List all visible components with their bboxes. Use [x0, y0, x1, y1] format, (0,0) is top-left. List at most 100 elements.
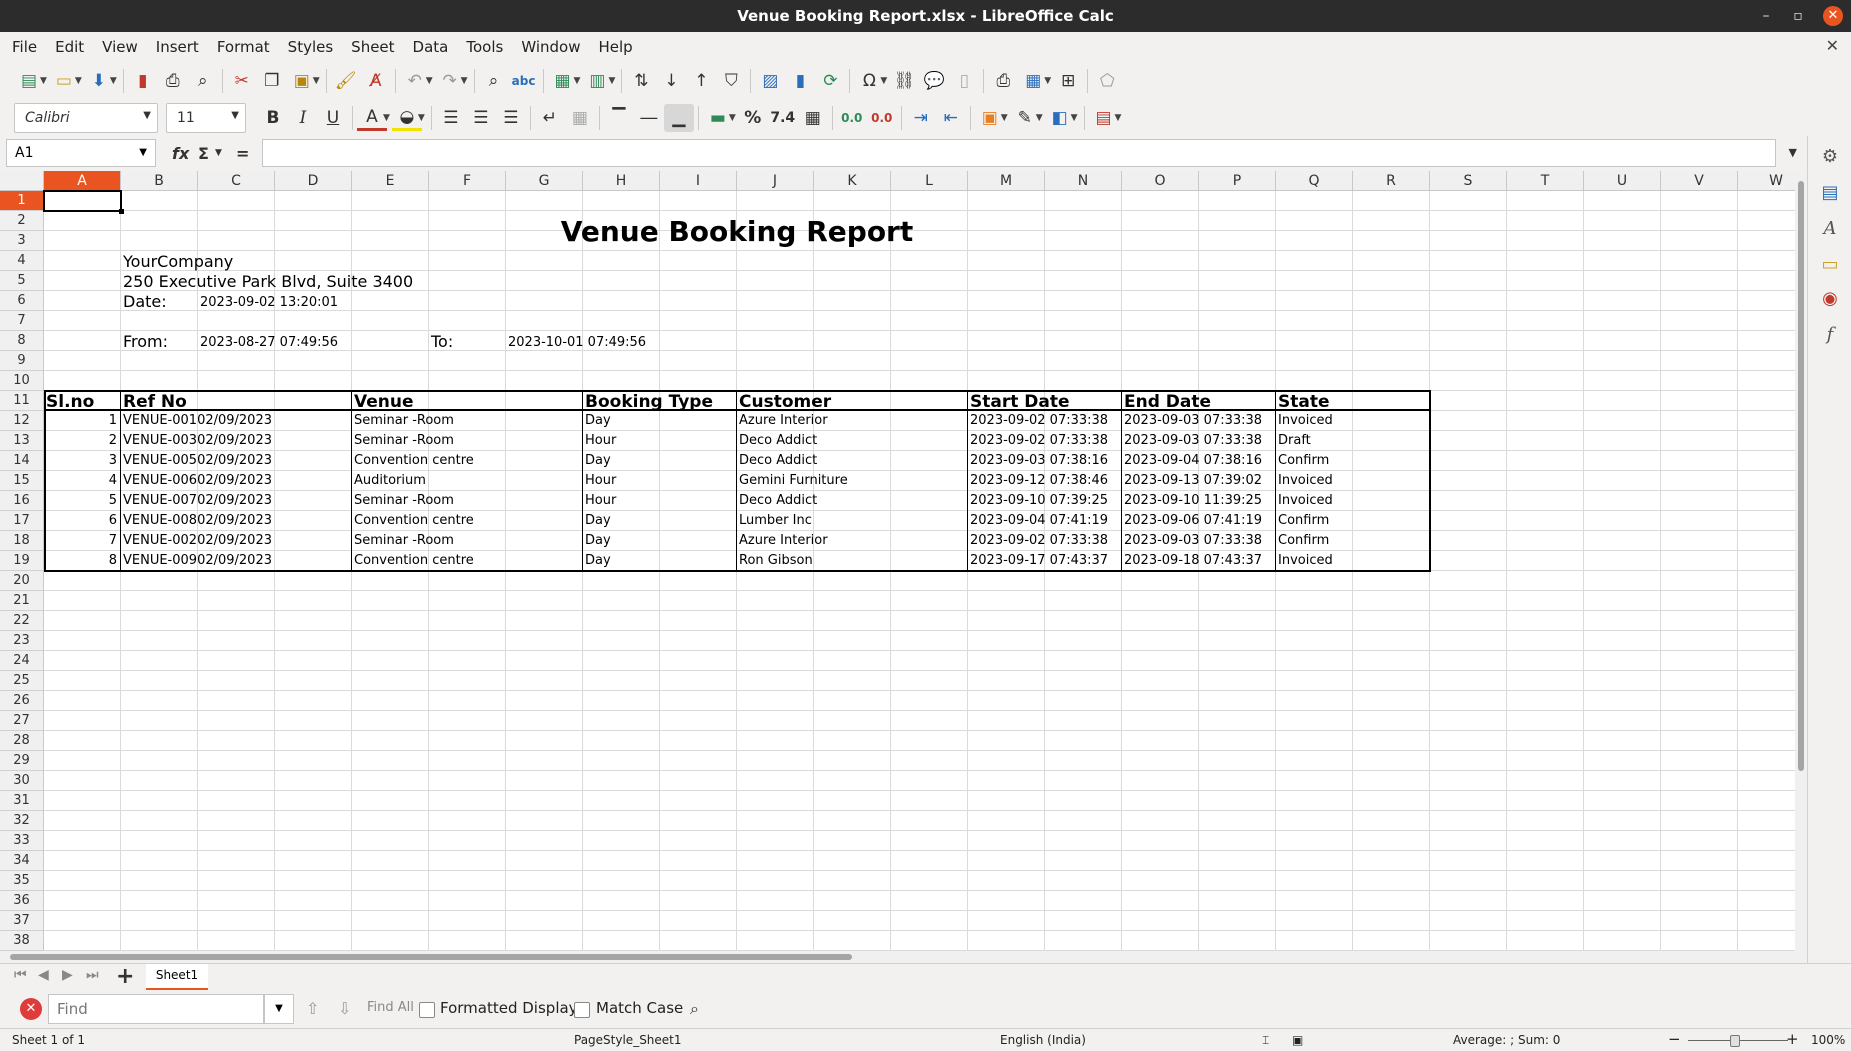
spelling-icon[interactable]: abc [509, 67, 539, 95]
menu-view[interactable]: View [93, 38, 147, 56]
bold-button[interactable]: B [258, 104, 288, 132]
properties-icon[interactable]: ▤ [1818, 182, 1842, 206]
chevron-down-icon[interactable]: ▼ [880, 76, 887, 86]
chevron-down-icon[interactable]: ▼ [574, 76, 581, 86]
row-header[interactable]: 15 [0, 471, 44, 491]
match-case-checkbox[interactable] [574, 1002, 590, 1018]
select-all-corner[interactable] [0, 171, 44, 191]
row-header[interactable]: 31 [0, 791, 44, 811]
chevron-down-icon[interactable]: ▼ [264, 994, 294, 1024]
column-header[interactable]: O [1122, 171, 1199, 191]
find-input[interactable]: Find [48, 994, 264, 1024]
row-header[interactable]: 12 [0, 411, 44, 431]
hyperlink-icon[interactable]: ⛓ [889, 67, 919, 95]
row-header[interactable]: 16 [0, 491, 44, 511]
functions-icon[interactable]: f [1818, 324, 1842, 348]
row-header[interactable]: 30 [0, 771, 44, 791]
row-header[interactable]: 10 [0, 371, 44, 391]
decrease-indent-icon[interactable]: ⇤ [936, 104, 966, 132]
find-next-icon[interactable]: ⇩ [338, 999, 351, 1018]
chevron-down-icon[interactable]: ▼ [608, 76, 615, 86]
chevron-down-icon[interactable]: ▼ [729, 113, 736, 123]
add-decimal-button[interactable]: 0.0 [837, 104, 867, 132]
column-header[interactable]: U [1584, 171, 1661, 191]
chevron-down-icon[interactable]: ▼ [110, 76, 117, 86]
split-window-icon[interactable]: ⊞ [1053, 67, 1083, 95]
chevron-down-icon[interactable]: ▼ [1044, 76, 1051, 86]
row-header[interactable]: 35 [0, 871, 44, 891]
print-range-icon[interactable]: ⎙ [988, 67, 1018, 95]
column-header[interactable]: H [583, 171, 660, 191]
chevron-down-icon[interactable]: ▼ [231, 110, 239, 121]
chevron-down-icon[interactable]: ▼ [143, 110, 151, 121]
selection-mode-icon[interactable]: ⌶ [1262, 1033, 1269, 1048]
font-name-box[interactable]: Calibri ▼ [14, 103, 158, 133]
menu-sheet[interactable]: Sheet [342, 38, 403, 56]
row-header[interactable]: 37 [0, 911, 44, 931]
menu-tools[interactable]: Tools [457, 38, 512, 56]
row-header[interactable]: 8 [0, 331, 44, 351]
menu-data[interactable]: Data [404, 38, 458, 56]
column-header[interactable]: A [44, 171, 121, 191]
next-sheet-icon[interactable]: ▶ [62, 967, 73, 983]
column-header[interactable]: E [352, 171, 429, 191]
wrap-text-icon[interactable]: ↵ [535, 104, 565, 132]
spreadsheet-grid[interactable]: A B C D E F G H I J K L M N O P Q R S T U V W 1 2 3 4 5 6 7 8 9 10 11 12 13… [0, 171, 1795, 951]
insert-chart-icon[interactable]: ▮ [785, 67, 815, 95]
chevron-down-icon[interactable]: ▼ [139, 147, 147, 158]
chevron-down-icon[interactable]: ▼ [1001, 113, 1008, 123]
previous-sheet-icon[interactable]: ◀ [38, 967, 49, 983]
formula-input[interactable] [262, 139, 1776, 167]
date-format-icon[interactable]: ▦ [798, 104, 828, 132]
percent-format-button[interactable]: % [738, 104, 768, 132]
add-sheet-icon[interactable]: + [116, 964, 134, 989]
menu-insert[interactable]: Insert [147, 38, 208, 56]
first-sheet-icon[interactable]: ⏮ [14, 967, 27, 983]
row-header[interactable]: 20 [0, 571, 44, 591]
chevron-down-icon[interactable]: ▼ [418, 113, 425, 123]
column-header[interactable]: K [814, 171, 891, 191]
header-footer-icon[interactable]: ▯ [949, 67, 979, 95]
formula-equals-icon[interactable]: = [236, 144, 249, 163]
row-header[interactable]: 2 [0, 211, 44, 231]
align-top-icon[interactable]: ▔ [604, 104, 634, 132]
chevron-down-icon[interactable]: ▼ [40, 76, 47, 86]
chevron-down-icon[interactable]: ▼ [215, 148, 222, 158]
number-format-button[interactable]: 7.4 [768, 104, 798, 132]
column-header[interactable]: I [660, 171, 737, 191]
row-header[interactable]: 19 [0, 551, 44, 571]
column-header[interactable]: D [275, 171, 352, 191]
row-header[interactable]: 6 [0, 291, 44, 311]
language[interactable]: English (India) [1000, 1033, 1086, 1047]
print-icon[interactable]: ⎙ [158, 67, 188, 95]
navigator-icon[interactable]: ◉ [1818, 288, 1842, 312]
horizontal-scroll-thumb[interactable] [10, 954, 852, 960]
column-header[interactable]: N [1045, 171, 1122, 191]
sort-icon[interactable]: ⇅ [626, 67, 656, 95]
merge-cells-icon[interactable]: ▦ [565, 104, 595, 132]
formatted-display-checkbox[interactable] [419, 1002, 435, 1018]
vertical-scroll-thumb[interactable] [1798, 181, 1804, 771]
insert-image-icon[interactable]: ▨ [755, 67, 785, 95]
row-header[interactable]: 18 [0, 531, 44, 551]
find-replace-icon[interactable]: ⌕ [690, 999, 699, 1019]
draw-functions-icon[interactable]: ⬠ [1092, 67, 1122, 95]
row-header[interactable]: 29 [0, 751, 44, 771]
column-header[interactable]: L [891, 171, 968, 191]
row-header[interactable]: 28 [0, 731, 44, 751]
column-header[interactable]: C [198, 171, 275, 191]
find-all-button[interactable]: Find All [367, 1000, 414, 1015]
column-header[interactable]: J [737, 171, 814, 191]
pivot-table-icon[interactable]: ⟳ [815, 67, 845, 95]
row-header[interactable]: 3 [0, 231, 44, 251]
row-header[interactable]: 4 [0, 251, 44, 271]
chevron-down-icon[interactable]: ▼ [75, 76, 82, 86]
minimize-icon[interactable]: – [1754, 0, 1778, 32]
menu-file[interactable]: File [0, 38, 46, 56]
function-wizard-icon[interactable]: fx [172, 144, 189, 163]
zoom-slider-knob[interactable] [1730, 1035, 1740, 1047]
zoom-level[interactable]: 100% [1811, 1033, 1845, 1047]
row-header[interactable]: 26 [0, 691, 44, 711]
column-header[interactable]: F [429, 171, 506, 191]
align-center-icon[interactable]: ☰ [466, 104, 496, 132]
